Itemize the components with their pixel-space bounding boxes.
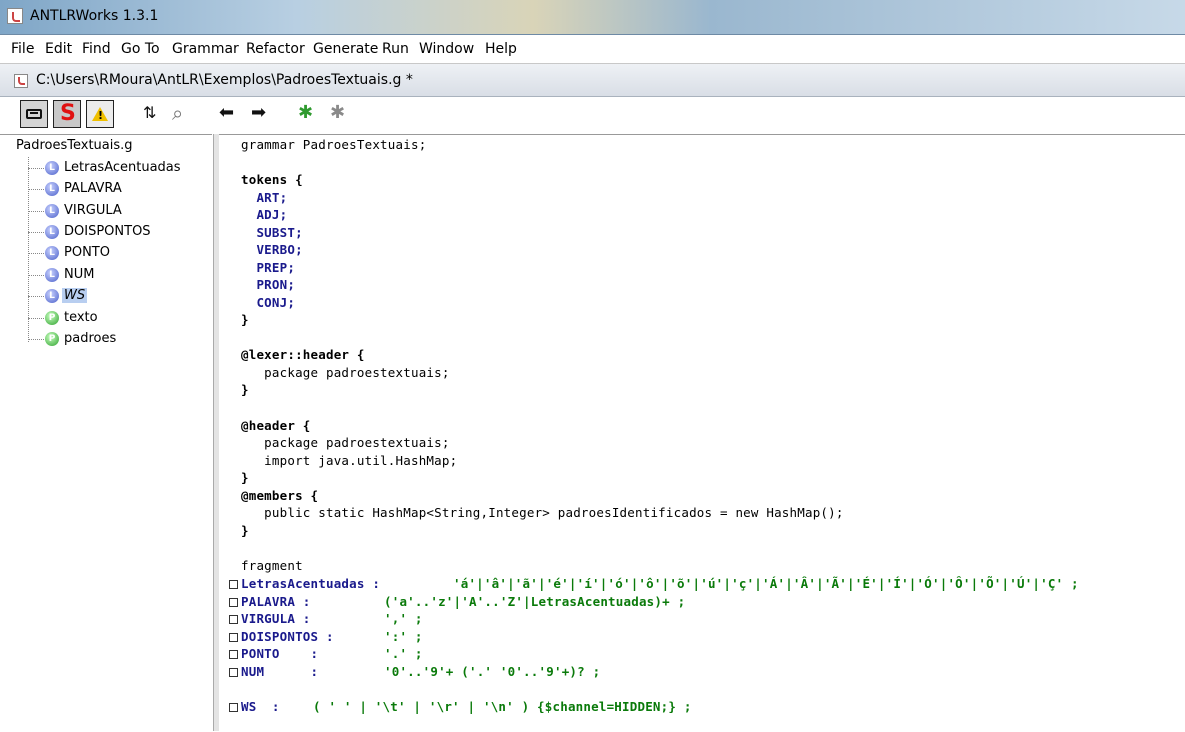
fold-toggle[interactable] <box>229 668 238 677</box>
rule-name: WS : <box>241 699 280 714</box>
menu-window[interactable]: Window <box>419 41 474 57</box>
lexer-rule-icon: L <box>45 246 59 260</box>
rules-tree-panel: PadroesTextuais.g L LetrasAcentuadas L P… <box>0 134 212 732</box>
document-path: C:\Users\RMoura\AntLR\Exemplos\PadroesTe… <box>36 72 413 88</box>
debug-bug-icon[interactable]: ✱ <box>298 103 313 123</box>
rule-name: LetrasAcentuadas : <box>241 576 381 591</box>
rule-name: NUM : <box>241 664 319 679</box>
rule-body: '0'..'9'+ ('.' '0'..'9'+)? ; <box>384 664 601 679</box>
code-line: PREP; <box>241 260 296 275</box>
rule-body: '.' ; <box>384 646 423 661</box>
syntax-button[interactable]: S <box>53 100 81 128</box>
rule-body: 'á'|'â'|'ã'|'é'|'í'|'ó'|'ô'|'õ'|'ú'|'ç'|… <box>453 576 1079 591</box>
code-line: import java.util.HashMap; <box>241 453 458 468</box>
code-line: ART; <box>241 190 288 205</box>
rule-body: ',' ; <box>384 611 423 626</box>
menu-goto[interactable]: Go To <box>121 41 160 57</box>
code-line: @members { <box>241 488 319 503</box>
code-line: @lexer::header { <box>241 347 365 362</box>
code-line: } <box>241 470 249 485</box>
rule-body: ('a'..'z'|'A'..'Z'|LetrasAcentuadas)+ ; <box>384 594 686 609</box>
lexer-rule-icon: L <box>45 289 59 303</box>
debug-disabled-icon[interactable]: ✱ <box>330 103 345 123</box>
menu-edit[interactable]: Edit <box>45 41 72 57</box>
tree-item-label: NUM <box>64 267 95 282</box>
code-line: package padroestextuais; <box>241 365 450 380</box>
toolbar: S ! ⇅ ⌕ ⬅ ➡ ✱ ✱ <box>0 97 1185 132</box>
forward-arrow-icon[interactable]: ➡ <box>251 103 266 123</box>
tree-item-label: PONTO <box>64 245 110 260</box>
grammar-view-button[interactable] <box>20 100 48 128</box>
tree-item-label: padroes <box>64 331 117 346</box>
code-line: } <box>241 312 249 327</box>
code-line: tokens { <box>241 172 303 187</box>
code-line: SUBST; <box>241 225 303 240</box>
warnings-button[interactable]: ! <box>86 100 114 128</box>
java-doc-icon <box>14 74 28 88</box>
fold-toggle[interactable] <box>229 615 238 624</box>
lexer-rule-icon: L <box>45 225 59 239</box>
lexer-rule-icon: L <box>45 182 59 196</box>
lexer-rule-icon: L <box>45 161 59 175</box>
code-line: VERBO; <box>241 242 303 257</box>
fold-toggle[interactable] <box>229 598 238 607</box>
code-line: fragment <box>241 558 303 573</box>
fold-toggle[interactable] <box>229 703 238 712</box>
tree-item-label: PALAVRA <box>64 181 122 196</box>
rule-name: PONTO : <box>241 646 319 661</box>
rule-name: VIRGULA : <box>241 611 311 626</box>
code-line: CONJ; <box>241 295 296 310</box>
code-line: } <box>241 382 249 397</box>
java-app-icon <box>7 8 23 24</box>
code-line: ADJ; <box>241 207 288 222</box>
tree-item-label: VIRGULA <box>64 203 122 218</box>
menu-bar: File Edit Find Go To Grammar Refactor Ge… <box>0 37 1185 64</box>
tree-item-label: texto <box>64 310 98 325</box>
syntax-s-icon: S <box>60 101 76 126</box>
code-line: PRON; <box>241 277 296 292</box>
rule-body: ':' ; <box>384 629 423 644</box>
code-line: @header { <box>241 418 311 433</box>
window-title-bar: ANTLRWorks 1.3.1 <box>0 0 1185 35</box>
tree-line <box>28 157 29 342</box>
fold-toggle[interactable] <box>229 650 238 659</box>
find-icon[interactable]: ⌕ <box>172 103 183 123</box>
tree-item-label: WS <box>62 288 88 303</box>
tree-item-label: LetrasAcentuadas <box>64 160 181 175</box>
tree-root[interactable]: PadroesTextuais.g <box>16 138 133 153</box>
lexer-rule-icon: L <box>45 204 59 218</box>
rule-name: PALAVRA : <box>241 594 311 609</box>
menu-run[interactable]: Run <box>382 41 409 57</box>
menu-generate[interactable]: Generate <box>313 41 378 57</box>
menu-grammar[interactable]: Grammar <box>172 41 239 57</box>
menu-help[interactable]: Help <box>485 41 517 57</box>
back-arrow-icon[interactable]: ⬅ <box>219 103 234 123</box>
lexer-rule-icon: L <box>45 268 59 282</box>
code-line: package padroestextuais; <box>241 435 450 450</box>
tree-item-label: DOISPONTOS <box>64 224 151 239</box>
window-title: ANTLRWorks 1.3.1 <box>30 8 159 24</box>
fold-toggle[interactable] <box>229 633 238 642</box>
rule-body: ( ' ' | '\t' | '\r' | '\n' ) {$channel=H… <box>313 699 692 714</box>
sort-icon[interactable]: ⇅ <box>143 103 156 123</box>
fold-toggle[interactable] <box>229 580 238 589</box>
code-line: grammar PadroesTextuais; <box>241 137 427 152</box>
menu-refactor[interactable]: Refactor <box>246 41 305 57</box>
parser-rule-icon: P <box>45 311 59 325</box>
parser-rule-icon: P <box>45 332 59 346</box>
grammar-view-icon <box>26 109 42 119</box>
menu-find[interactable]: Find <box>82 41 111 57</box>
rule-name: DOISPONTOS : <box>241 629 334 644</box>
code-line: } <box>241 523 249 538</box>
code-editor[interactable] <box>219 134 1185 732</box>
menu-file[interactable]: File <box>11 41 34 57</box>
code-line: public static HashMap<String,Integer> pa… <box>241 505 844 520</box>
document-title-bar: C:\Users\RMoura\AntLR\Exemplos\PadroesTe… <box>0 64 1185 97</box>
